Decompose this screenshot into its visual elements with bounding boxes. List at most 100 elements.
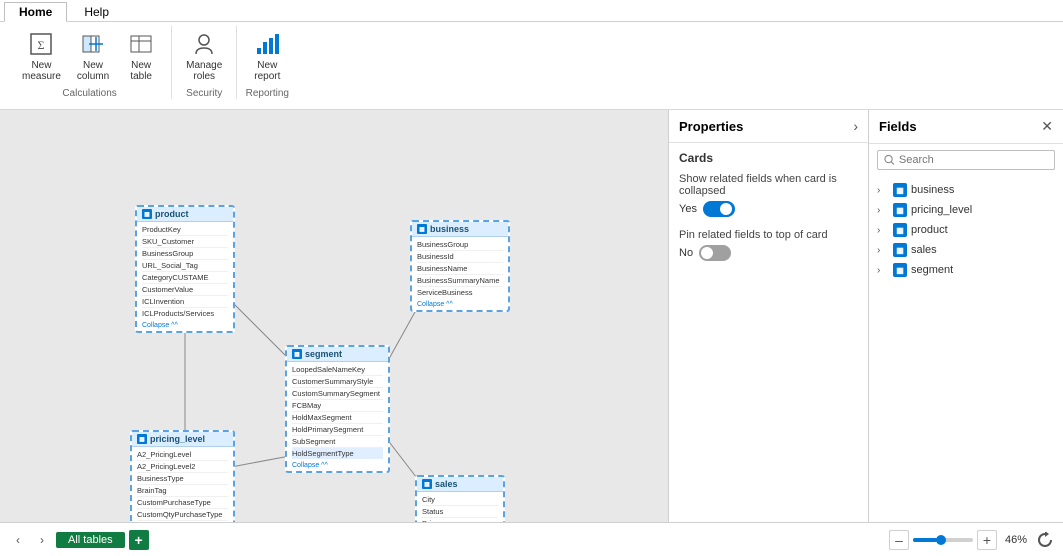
properties-expand-button[interactable]: ›: [853, 118, 858, 134]
new-column-icon: [79, 30, 107, 58]
er-table-pricing-body: A2_PricingLevel A2_PricingLevel2 Busines…: [132, 447, 233, 522]
er-field-row: CustomerSummaryStyle: [292, 376, 383, 388]
er-field-row: ProductKey: [142, 224, 228, 236]
zoom-slider-knob[interactable]: [936, 535, 946, 545]
field-label-product: product: [911, 224, 948, 236]
pin-related-row: Pin related fields to top of card No: [679, 229, 858, 261]
er-field-row: Price: [422, 518, 498, 522]
svg-text:Σ: Σ: [38, 38, 45, 52]
pin-related-value: No: [679, 247, 693, 259]
field-label-sales: sales: [911, 244, 937, 256]
fields-expand-button[interactable]: ✕: [1041, 118, 1053, 135]
properties-panel-header: Properties ›: [669, 110, 868, 143]
er-table-sales[interactable]: ▦ sales City Status Price Sales Time Col…: [415, 475, 505, 522]
field-label-segment: segment: [911, 264, 953, 276]
er-table-business-collapse[interactable]: Collapse ^^: [412, 300, 508, 310]
er-table-business-header: ▦ business: [412, 222, 508, 237]
tab-home[interactable]: Home: [4, 2, 67, 22]
field-table-icon: ▦: [893, 243, 907, 257]
new-column-label: Newcolumn: [77, 60, 109, 82]
er-field-row: HoldMaxSegment: [292, 412, 383, 424]
field-item-sales[interactable]: › ▦ sales: [869, 240, 1063, 260]
all-tables-tab[interactable]: All tables: [56, 532, 125, 548]
er-field-row: CustomPurchaseType: [137, 497, 228, 509]
field-item-segment[interactable]: › ▦ segment: [869, 260, 1063, 280]
field-label-business: business: [911, 184, 954, 196]
er-field-row: FCBMay: [292, 400, 383, 412]
nav-prev-button[interactable]: ‹: [8, 530, 28, 550]
er-table-sales-header: ▦ sales: [417, 477, 503, 492]
er-table-product-collapse[interactable]: Collapse ^^: [137, 321, 233, 331]
er-field-row: BusinessId: [417, 251, 503, 263]
er-field-row: BusinessSummaryName: [417, 275, 503, 287]
new-measure-icon: Σ: [27, 30, 55, 58]
sales-table-icon: ▦: [422, 479, 432, 489]
show-related-value: Yes: [679, 203, 697, 215]
er-table-segment[interactable]: ▦ segment LoopedSaleNameKey CustomerSumm…: [285, 345, 390, 473]
pin-related-toggle[interactable]: [699, 245, 731, 261]
properties-section: Cards Show related fields when card is c…: [669, 143, 868, 281]
new-table-icon: [127, 30, 155, 58]
manage-roles-icon: [190, 30, 218, 58]
field-table-icon: ▦: [893, 223, 907, 237]
new-measure-button[interactable]: Σ Newmeasure: [16, 26, 67, 86]
er-field-row: BusinessType: [137, 473, 228, 485]
zoom-slider[interactable]: [913, 538, 973, 542]
bottom-bar: ‹ › All tables + – + 46%: [0, 522, 1063, 556]
field-table-icon: ▦: [893, 183, 907, 197]
er-field-row: CustomPricingLevel: [137, 521, 228, 522]
zoom-out-button[interactable]: –: [889, 530, 909, 550]
bottom-right: – + 46%: [889, 530, 1055, 550]
ribbon-reporting-items: Newreport: [245, 26, 289, 86]
ribbon-calculations-items: Σ Newmeasure Newcolumn: [16, 26, 163, 86]
tab-help[interactable]: Help: [69, 2, 124, 21]
security-label: Security: [186, 86, 222, 99]
er-table-sales-body: City Status Price Sales Time: [417, 492, 503, 522]
er-field-row: A2_PricingLevel2: [137, 461, 228, 473]
er-table-segment-body: LoopedSaleNameKey CustomerSummaryStyle C…: [287, 362, 388, 461]
er-field-row: CustomSummarySegment: [292, 388, 383, 400]
manage-roles-button[interactable]: Manageroles: [180, 26, 228, 86]
new-report-label: Newreport: [254, 60, 280, 82]
er-field-row: CategoryCUSTAME: [142, 272, 228, 284]
new-report-button[interactable]: Newreport: [245, 26, 289, 86]
er-field-row: HoldPrimarySegment: [292, 424, 383, 436]
er-field-row: SubSegment: [292, 436, 383, 448]
show-related-toggle[interactable]: [703, 201, 735, 217]
field-item-business[interactable]: › ▦ business: [869, 180, 1063, 200]
fields-search-box[interactable]: [877, 150, 1055, 170]
add-page-button[interactable]: +: [129, 530, 149, 550]
new-column-button[interactable]: Newcolumn: [71, 26, 115, 86]
manage-roles-label: Manageroles: [186, 60, 222, 82]
er-table-segment-collapse[interactable]: Collapse ^^: [287, 461, 388, 471]
zoom-in-button[interactable]: +: [977, 530, 997, 550]
er-table-pricing-header: ▦ pricing_level: [132, 432, 233, 447]
er-table-business-body: BusinessGroup BusinessId BusinessName Bu…: [412, 237, 508, 300]
fields-list: › ▦ business › ▦ pricing_level › ▦ produ…: [869, 176, 1063, 522]
er-field-row-highlight: HoldSegmentType: [292, 448, 383, 459]
zoom-slider-fill: [913, 538, 937, 542]
fields-title: Fields: [879, 119, 917, 134]
pricing-table-icon: ▦: [137, 434, 147, 444]
field-item-pricing-level[interactable]: › ▦ pricing_level: [869, 200, 1063, 220]
new-table-button[interactable]: Newtable: [119, 26, 163, 86]
show-related-knob: [720, 203, 732, 215]
refresh-button[interactable]: [1035, 530, 1055, 550]
field-expand-icon: ›: [877, 225, 889, 236]
er-field-row: A2_PricingLevel: [137, 449, 228, 461]
er-table-business[interactable]: ▦ business BusinessGroup BusinessId Busi…: [410, 220, 510, 312]
er-field-row: ServiceBusiness: [417, 287, 503, 298]
er-field-row: SKU_Customer: [142, 236, 228, 248]
er-table-pricing-level[interactable]: ▦ pricing_level A2_PricingLevel A2_Prici…: [130, 430, 235, 522]
nav-next-button[interactable]: ›: [32, 530, 52, 550]
search-icon: [884, 154, 895, 166]
canvas-area[interactable]: ▦ product ProductKey SKU_Customer Busine…: [0, 110, 668, 522]
field-item-product[interactable]: › ▦ product: [869, 220, 1063, 240]
er-table-product-header: ▦ product: [137, 207, 233, 222]
field-expand-icon: ›: [877, 245, 889, 256]
show-related-toggle-row: Yes: [679, 201, 858, 217]
ribbon-group-calculations: Σ Newmeasure Newcolumn: [8, 26, 172, 99]
fields-header: Fields ✕: [869, 110, 1063, 144]
search-input[interactable]: [899, 154, 1048, 166]
er-table-product[interactable]: ▦ product ProductKey SKU_Customer Busine…: [135, 205, 235, 333]
